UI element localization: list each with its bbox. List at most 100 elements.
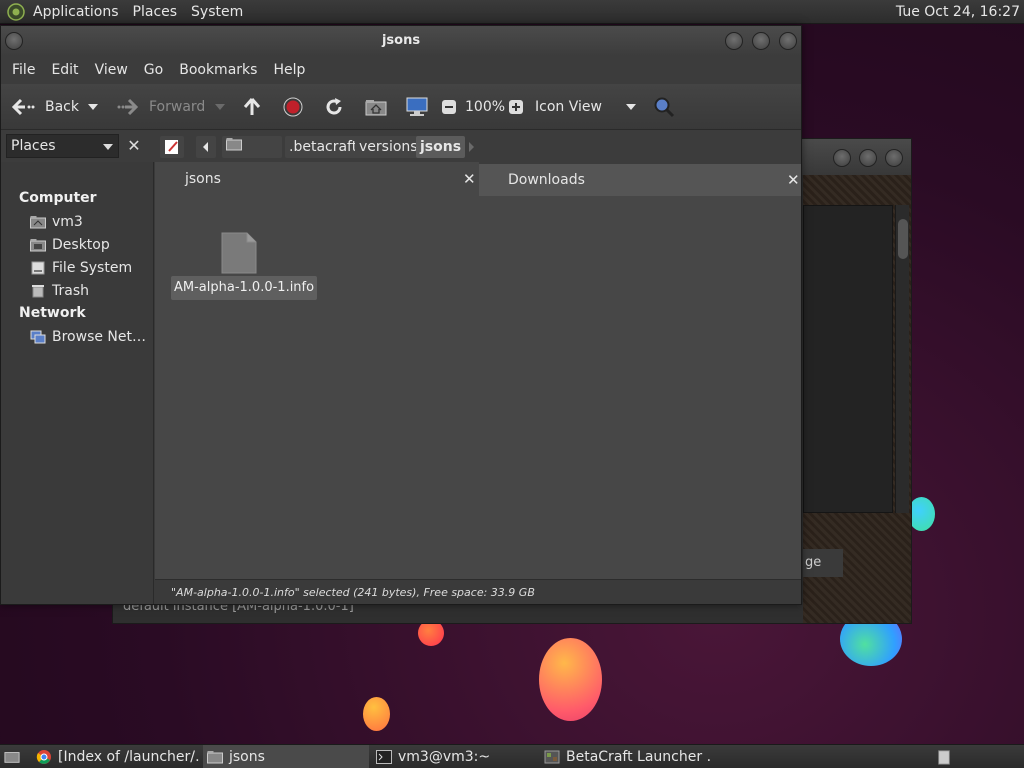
window-title: jsons	[381, 33, 421, 48]
bg-partial-button[interactable]: ge	[803, 549, 843, 577]
desktop-folder-icon	[29, 238, 46, 252]
search-button[interactable]	[653, 84, 675, 130]
drive-icon	[29, 261, 46, 275]
terminal-icon	[376, 749, 392, 765]
gnome-foot-icon[interactable]	[6, 2, 26, 22]
trash-icon	[936, 749, 952, 765]
file-name-label: AM-alpha-1.0.0-1.info	[171, 276, 318, 300]
breadcrumb-vm3[interactable]: vm3	[222, 136, 282, 177]
breadcrumb-scroll-left[interactable]	[196, 136, 216, 158]
reload-button[interactable]	[324, 84, 344, 130]
location-edit-toggle[interactable]	[160, 136, 184, 158]
tab-close-button[interactable]: ✕	[463, 162, 476, 196]
sidebar-places-select[interactable]: Places	[6, 134, 119, 158]
tab-downloads[interactable]: Downloads ✕	[479, 164, 801, 196]
menu-bookmarks[interactable]: Bookmarks	[171, 56, 265, 84]
task-browser[interactable]: [Index of /launcher/…	[32, 745, 200, 768]
home-button[interactable]	[365, 84, 387, 130]
stop-icon	[283, 97, 303, 117]
sidebar-close-button[interactable]: ✕	[123, 134, 145, 158]
bg-scroll-thumb[interactable]	[898, 219, 908, 259]
tab-label: jsons	[185, 171, 221, 187]
icon-view[interactable]: AM-alpha-1.0.0-1.info	[155, 196, 801, 604]
forward-button[interactable]: Forward	[117, 84, 205, 130]
zoom-in-button[interactable]	[508, 84, 524, 130]
home-folder-icon	[365, 98, 387, 116]
places-select-label: Places	[11, 138, 56, 154]
menu-go[interactable]: Go	[136, 56, 171, 84]
menu-help[interactable]: Help	[265, 56, 313, 84]
applications-menu[interactable]: Applications	[26, 0, 126, 24]
document-icon	[221, 232, 257, 274]
desktop-bubble	[363, 697, 390, 731]
stop-button[interactable]	[283, 84, 303, 130]
menu-file[interactable]: File	[4, 56, 43, 84]
task-betacraft[interactable]: BetaCraft Launcher …	[540, 745, 710, 768]
chevron-down-icon	[214, 103, 226, 111]
reload-icon	[324, 97, 344, 117]
minimize-button[interactable]	[725, 32, 743, 50]
bottom-panel: [Index of /launcher/… jsons vm3@vm3:~ Be…	[0, 744, 1024, 768]
sidebar-item-file-system[interactable]: File System	[29, 258, 132, 278]
bg-scrollbar[interactable]	[895, 205, 909, 513]
breadcrumb-jsons[interactable]: jsons	[416, 136, 466, 158]
file-manager-window: jsons File Edit View Go Bookmarks Help B…	[0, 25, 802, 605]
trash-applet[interactable]	[932, 745, 960, 768]
back-history-dropdown[interactable]	[87, 84, 99, 130]
sidebar-item-browse-network[interactable]: Browse Net…	[29, 327, 146, 347]
menu-view[interactable]: View	[87, 56, 136, 84]
zoom-level[interactable]: 100%	[465, 84, 505, 130]
sidebar-item-trash[interactable]: Trash	[29, 281, 89, 301]
system-menu[interactable]: System	[184, 0, 250, 24]
sidebar-heading-network: Network	[19, 305, 86, 321]
home-folder-icon	[226, 136, 242, 158]
sidebar-heading-computer: Computer	[19, 190, 97, 206]
breadcrumb-betacraft[interactable]: .betacraft	[285, 136, 362, 158]
task-jsons[interactable]: jsons	[203, 745, 369, 768]
tab-close-button[interactable]: ✕	[787, 164, 800, 196]
chrome-icon	[36, 749, 52, 765]
computer-button[interactable]	[405, 84, 429, 130]
task-label: [Index of /launcher/…	[58, 749, 200, 765]
toolbar: Back Forward 100% Icon View	[1, 84, 801, 130]
bg-changelog-panel	[803, 205, 893, 513]
view-mode-label: Icon View	[535, 99, 602, 115]
forward-history-dropdown[interactable]	[214, 84, 226, 130]
task-label: jsons	[229, 749, 265, 765]
task-label: BetaCraft Launcher …	[566, 749, 710, 765]
location-bar: Places ✕ vm3 .betacraft versions jsons	[1, 130, 801, 177]
chevron-right-icon	[462, 142, 482, 162]
tab-label: Downloads	[508, 172, 585, 188]
back-button[interactable]: Back	[11, 84, 79, 130]
folder-icon	[207, 749, 223, 765]
bg-maximize-button[interactable]	[859, 149, 877, 167]
chevron-down-icon	[103, 144, 113, 150]
forward-label: Forward	[149, 99, 206, 115]
sidebar-item-desktop[interactable]: Desktop	[29, 235, 110, 255]
maximize-button[interactable]	[752, 32, 770, 50]
sidebar-item-vm3[interactable]: vm3	[29, 212, 83, 232]
show-desktop-button[interactable]	[0, 745, 28, 768]
desktop-bubble	[908, 497, 935, 531]
task-terminal[interactable]: vm3@vm3:~	[372, 745, 538, 768]
tab-bar: jsons ✕ Downloads ✕	[155, 162, 801, 196]
chevron-down-icon	[87, 103, 99, 111]
tab-jsons[interactable]: jsons ✕	[155, 162, 479, 196]
home-folder-icon	[29, 215, 46, 229]
menu-edit[interactable]: Edit	[43, 56, 86, 84]
up-button[interactable]	[242, 84, 262, 130]
zoom-out-button[interactable]	[441, 84, 457, 130]
breadcrumb-scroll-right[interactable]	[462, 136, 482, 158]
close-button[interactable]	[779, 32, 797, 50]
places-menu[interactable]: Places	[126, 0, 185, 24]
sidebar-item-label: File System	[52, 260, 133, 276]
breadcrumb-versions[interactable]: versions	[355, 136, 422, 158]
search-icon	[653, 96, 675, 118]
bg-minimize-button[interactable]	[833, 149, 851, 167]
titlebar[interactable]: jsons	[1, 26, 801, 56]
clock[interactable]: Tue Oct 24, 16:27	[896, 0, 1020, 24]
view-mode-select[interactable]: Icon View	[535, 84, 602, 130]
view-mode-dropdown[interactable]	[625, 84, 637, 130]
desktop-bubble	[539, 638, 602, 721]
bg-close-button[interactable]	[885, 149, 903, 167]
